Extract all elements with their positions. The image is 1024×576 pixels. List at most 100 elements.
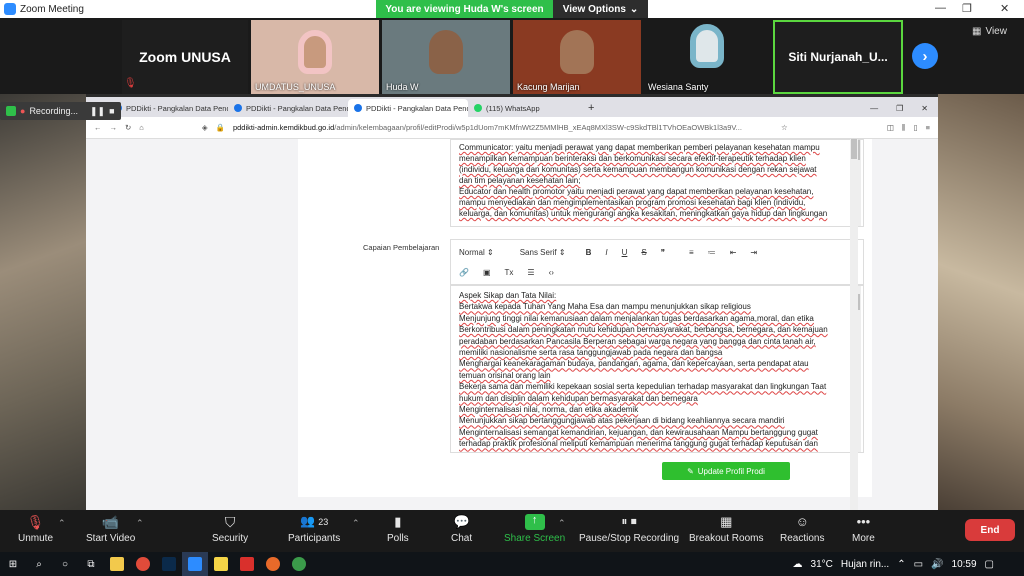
photoshop-icon[interactable] bbox=[156, 552, 182, 576]
bold-button[interactable]: B bbox=[586, 248, 592, 257]
profile-textarea[interactable]: Communicator: yaitu menjadi perawat yang… bbox=[450, 139, 864, 227]
polls-button[interactable]: ▮ Polls bbox=[387, 514, 409, 544]
participant-count: 23 bbox=[318, 517, 329, 527]
start-video-button[interactable]: 📹 Start Video bbox=[86, 514, 135, 544]
clock[interactable]: 10:59 bbox=[952, 559, 977, 570]
font-select[interactable]: Sans Serif ⇕ bbox=[520, 248, 566, 257]
breakout-rooms-button[interactable]: ▦ Breakout Rooms bbox=[689, 514, 763, 544]
chevron-up-icon[interactable]: ⌃ bbox=[136, 518, 144, 529]
end-meeting-button[interactable]: End bbox=[965, 519, 1015, 541]
library-icon[interactable]: ⫼ bbox=[902, 123, 905, 133]
chat-button[interactable]: 💬 Chat bbox=[451, 514, 472, 544]
reactions-button[interactable]: ☺ Reactions bbox=[780, 514, 824, 544]
reload-icon[interactable]: ↻ bbox=[125, 123, 131, 132]
blockquote-button[interactable]: ❞ bbox=[661, 248, 665, 257]
bookmark-star-icon[interactable]: ☆ bbox=[781, 123, 788, 132]
unmute-button[interactable]: 🎙 Unmute bbox=[18, 514, 53, 544]
url-field[interactable]: pddikti-admin.kemdikbud.go.id/admin/kele… bbox=[233, 123, 773, 132]
align-button[interactable]: ☰ bbox=[527, 268, 534, 277]
weather-cloud-icon: ☁ bbox=[792, 558, 803, 570]
share-screen-label: Share Screen bbox=[504, 533, 566, 544]
menu-icon[interactable]: ≡ bbox=[926, 123, 938, 132]
notifications-icon[interactable]: ▢ bbox=[985, 559, 994, 570]
minimize-icon[interactable]: — bbox=[870, 104, 878, 113]
chevron-up-icon[interactable]: ⌃ bbox=[352, 518, 360, 529]
participants-button[interactable]: 👥 23 Participants bbox=[288, 514, 340, 544]
ordered-list-button[interactable]: ≡ bbox=[689, 248, 694, 257]
network-icon[interactable]: ▭ bbox=[914, 559, 923, 570]
acrobat-icon[interactable] bbox=[234, 552, 260, 576]
sticky-notes-icon[interactable] bbox=[208, 552, 234, 576]
underline-button[interactable]: U bbox=[622, 248, 628, 257]
view-options-button[interactable]: View Options ⌄ bbox=[553, 0, 648, 18]
pddikti-favicon-icon bbox=[354, 104, 362, 112]
code-button[interactable]: ‹› bbox=[549, 268, 554, 277]
lock-icon[interactable]: 🔒 bbox=[216, 123, 225, 132]
chrome-icon[interactable] bbox=[130, 552, 156, 576]
volume-icon[interactable]: 🔊 bbox=[931, 559, 943, 570]
forward-icon[interactable]: → bbox=[110, 123, 118, 132]
participant-tile-siti[interactable]: Siti Nurjanah_U... bbox=[773, 20, 903, 94]
format-select[interactable]: Normal ⇕ bbox=[459, 248, 494, 257]
shield-icon[interactable]: ◈ bbox=[202, 123, 208, 132]
file-explorer-icon[interactable] bbox=[104, 552, 130, 576]
pause-icon[interactable]: ❚❚ bbox=[90, 106, 105, 117]
pocket-icon[interactable]: ◫ bbox=[887, 123, 894, 132]
italic-button[interactable]: I bbox=[605, 248, 607, 257]
close-icon[interactable]: ✕ bbox=[921, 104, 928, 113]
new-tab-button[interactable]: + bbox=[588, 99, 608, 117]
grid-icon: ▦ bbox=[720, 514, 733, 529]
weather-text[interactable]: Hujan rin... bbox=[841, 559, 889, 570]
back-icon[interactable]: ← bbox=[94, 123, 102, 132]
outdent-button[interactable]: ⇤ bbox=[730, 248, 737, 257]
text-line: Aspek Sikap dan Tata Nilai: bbox=[459, 291, 557, 300]
breakout-label: Breakout Rooms bbox=[689, 533, 764, 544]
strike-button[interactable]: S bbox=[641, 248, 646, 257]
chevron-up-icon[interactable]: ⌃ bbox=[897, 559, 905, 570]
indent-button[interactable]: ⇥ bbox=[750, 248, 757, 257]
cortana-icon[interactable]: ○ bbox=[52, 552, 78, 576]
zoom-taskbar-icon[interactable] bbox=[182, 552, 208, 576]
capaian-editor[interactable]: Aspek Sikap dan Tata Nilai: Bertakwa kepa… bbox=[450, 285, 864, 453]
view-button[interactable]: ▦ View bbox=[972, 26, 1007, 37]
more-button[interactable]: ••• More bbox=[852, 514, 875, 544]
firefox-icon[interactable] bbox=[260, 552, 286, 576]
browser-tab[interactable]: PDDikti - Pangkalan Data Pendi bbox=[228, 99, 348, 117]
stop-icon[interactable]: ■ bbox=[109, 106, 114, 116]
reactions-label: Reactions bbox=[780, 533, 825, 544]
update-profil-button[interactable]: ✎ Update Profil Prodi bbox=[662, 462, 790, 480]
page-scrollbar[interactable] bbox=[850, 139, 858, 510]
restore-icon[interactable]: ❐ bbox=[962, 2, 972, 15]
tab-label: (115) WhatsApp bbox=[486, 103, 540, 113]
participant-tile-wesiana[interactable]: Wesiana Santy bbox=[644, 20, 770, 94]
clean-format-button[interactable]: Tx bbox=[505, 268, 514, 277]
share-screen-button[interactable]: ↑ Share Screen bbox=[504, 514, 565, 544]
bullet-list-button[interactable]: ≔ bbox=[708, 248, 716, 257]
task-view-icon[interactable]: ⧉ bbox=[78, 552, 104, 576]
restore-icon[interactable]: ❐ bbox=[896, 104, 903, 113]
next-page-button[interactable]: › bbox=[912, 43, 938, 69]
participant-tile-umdatus[interactable]: UMDATUS_UNUSA bbox=[251, 20, 379, 94]
search-icon[interactable]: ⌕ bbox=[26, 552, 52, 576]
browser-tab-active[interactable]: PDDikti - Pangkalan Data Pendi bbox=[348, 99, 468, 117]
sidebar-icon[interactable]: ▯ bbox=[913, 123, 917, 132]
participant-tile-huda[interactable]: Huda W bbox=[382, 20, 510, 94]
close-icon[interactable]: ✕ bbox=[1000, 2, 1009, 15]
chevron-up-icon[interactable]: ⌃ bbox=[558, 518, 566, 529]
security-button[interactable]: ⛉ Security bbox=[212, 514, 248, 544]
pause-recording-button[interactable]: ⏸ ⏹ Pause/Stop Recording bbox=[579, 514, 679, 544]
chrome-icon[interactable] bbox=[286, 552, 312, 576]
browser-tab[interactable]: PDDikti - Pangkalan Data Pendi bbox=[108, 99, 228, 117]
chevron-up-icon[interactable]: ⌃ bbox=[58, 518, 66, 529]
browser-tab[interactable]: (115) WhatsApp bbox=[468, 99, 588, 117]
home-icon[interactable]: ⌂ bbox=[139, 123, 144, 132]
start-icon[interactable]: ⊞ bbox=[0, 552, 26, 576]
participant-photo bbox=[690, 24, 724, 68]
page-scrollbar-thumb[interactable] bbox=[851, 139, 857, 159]
link-button[interactable]: 🔗 bbox=[459, 268, 469, 277]
participant-tile-zoom-unusa[interactable]: Zoom UNUSA bbox=[122, 20, 248, 94]
minimize-icon[interactable]: — bbox=[935, 2, 946, 14]
zoom-logo-icon bbox=[4, 3, 16, 15]
image-button[interactable]: ▣ bbox=[483, 268, 491, 277]
participant-tile-kacung[interactable]: Kacung Marijan bbox=[513, 20, 641, 94]
